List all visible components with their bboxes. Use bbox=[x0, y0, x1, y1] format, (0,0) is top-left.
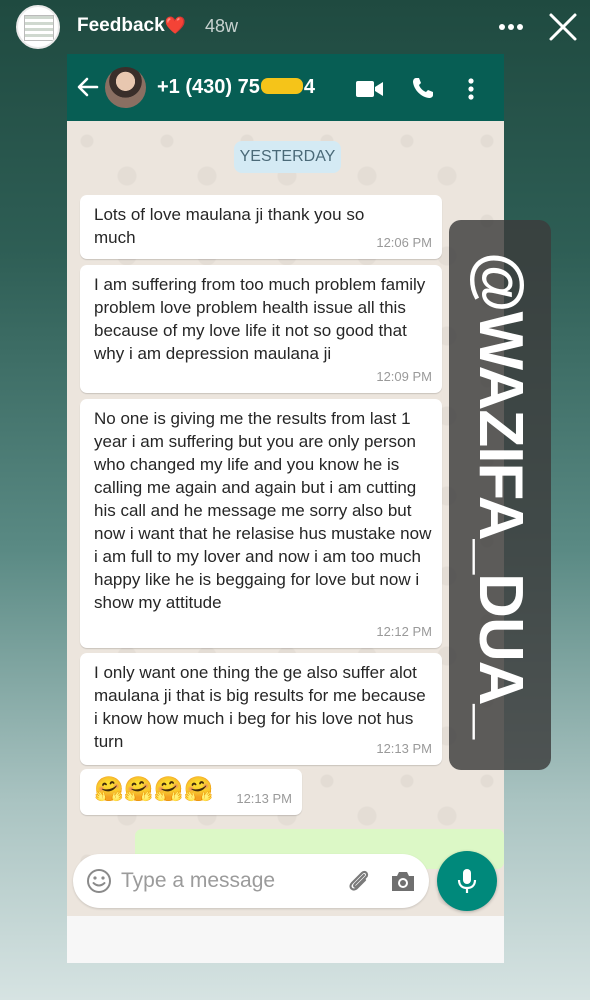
message-time: 12:06 PM bbox=[376, 235, 432, 250]
message-bubble[interactable]: No one is giving me the results from las… bbox=[80, 399, 442, 648]
redaction-mark bbox=[260, 78, 303, 94]
message-text: I am suffering from too much problem fam… bbox=[94, 275, 426, 363]
emoji-icon[interactable] bbox=[86, 868, 112, 894]
contact-name[interactable]: +1 (430) 75 4 bbox=[157, 76, 315, 99]
microphone-button[interactable] bbox=[437, 851, 497, 911]
camera-icon[interactable] bbox=[389, 868, 417, 894]
screenshot-bottom-bar bbox=[67, 916, 504, 963]
story-avatar[interactable] bbox=[16, 5, 60, 49]
paperclip-icon[interactable] bbox=[344, 866, 374, 896]
back-arrow-icon[interactable] bbox=[75, 74, 101, 100]
contact-avatar[interactable] bbox=[105, 67, 146, 108]
story-title-text: Feedback bbox=[77, 15, 165, 36]
more-vertical-icon[interactable] bbox=[465, 76, 477, 102]
watermark-text: @WAZIFA_DUA_ bbox=[466, 252, 535, 738]
story-header: Feedback❤️ 48w bbox=[0, 0, 590, 60]
story-title: Feedback❤️ bbox=[77, 15, 186, 37]
message-bubble[interactable]: I am suffering from too much problem fam… bbox=[80, 265, 442, 393]
message-time: 12:12 PM bbox=[376, 624, 432, 639]
message-time: 12:13 PM bbox=[236, 791, 292, 806]
watermark-badge: @WAZIFA_DUA_ bbox=[449, 220, 551, 770]
chat-screenshot: +1 (430) 75 4 YESTERDAY Lots of love maul… bbox=[67, 54, 504, 963]
story-age: 48w bbox=[205, 16, 239, 36]
microphone-icon bbox=[457, 869, 477, 893]
phone-call-icon[interactable] bbox=[411, 76, 435, 100]
message-text: Lots of love maulana ji thank you so muc… bbox=[94, 205, 365, 247]
contact-number-prefix: +1 (430) 75 bbox=[157, 76, 260, 98]
chat-messages-area: YESTERDAY Lots of love maulana ji thank … bbox=[67, 121, 504, 963]
chat-header: +1 (430) 75 4 bbox=[67, 54, 504, 121]
message-text: No one is giving me the results from las… bbox=[94, 409, 432, 612]
heart-icon: ❤️ bbox=[164, 16, 186, 35]
date-chip: YESTERDAY bbox=[234, 141, 341, 173]
message-bubble[interactable]: I only want one thing the ge also suffer… bbox=[80, 653, 442, 765]
message-bubble[interactable]: Lots of love maulana ji thank you so muc… bbox=[80, 195, 442, 259]
message-input[interactable] bbox=[121, 866, 311, 896]
message-composer bbox=[73, 854, 429, 908]
story-avatar-thumbnail bbox=[24, 15, 54, 41]
message-bubble[interactable]: 🤗🤗🤗🤗 12:13 PM bbox=[80, 769, 302, 815]
contact-number-suffix: 4 bbox=[303, 76, 315, 98]
video-call-icon[interactable] bbox=[355, 78, 385, 100]
more-horizontal-icon[interactable] bbox=[494, 12, 528, 42]
message-time: 12:09 PM bbox=[376, 369, 432, 384]
message-time: 12:13 PM bbox=[376, 741, 432, 756]
close-icon[interactable] bbox=[544, 8, 582, 46]
